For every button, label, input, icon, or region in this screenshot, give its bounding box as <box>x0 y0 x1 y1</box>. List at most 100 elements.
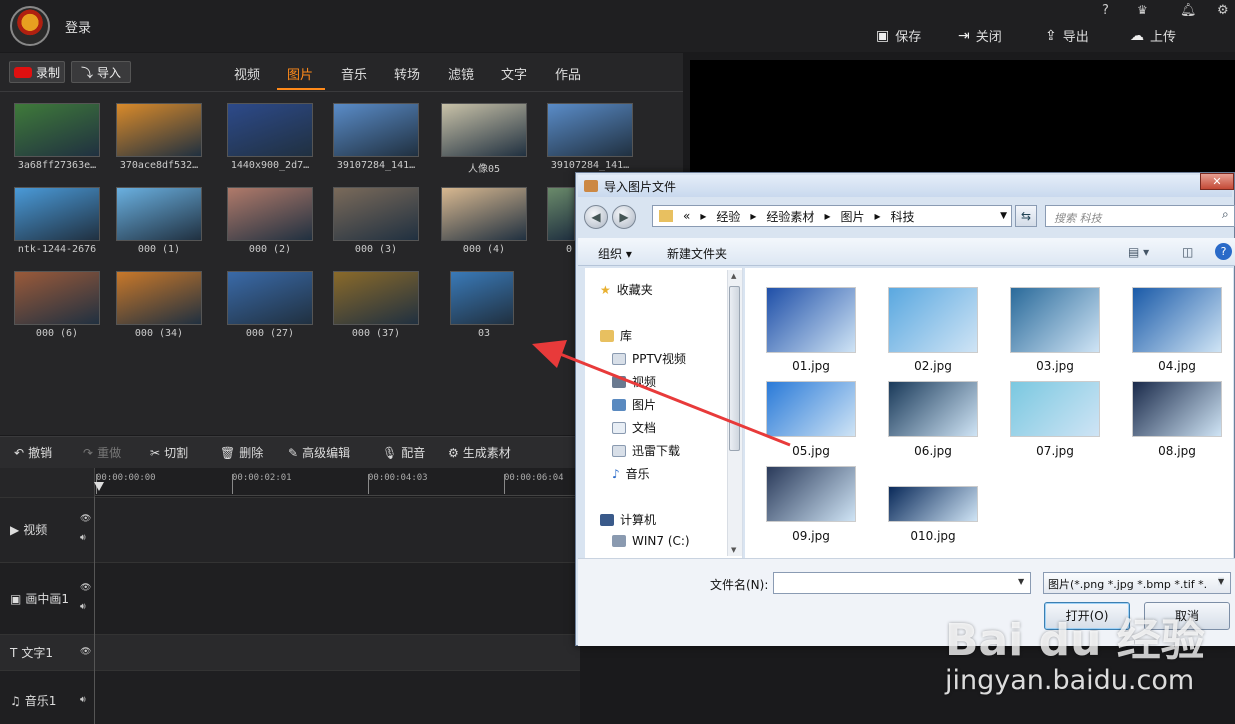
media-thumbnail[interactable] <box>116 187 202 241</box>
media-thumbnail[interactable] <box>441 187 527 241</box>
close-icon[interactable]: ✕ <box>1200 173 1234 190</box>
volume-icon[interactable]: 🔊︎ <box>80 533 86 543</box>
file-thumbnail[interactable] <box>888 287 978 353</box>
login-link[interactable]: 登录 <box>65 17 91 36</box>
forward-button[interactable]: ▶ <box>612 205 636 229</box>
tab-text[interactable]: 文字 <box>501 64 527 83</box>
file-name[interactable]: 03.jpg <box>1000 359 1110 373</box>
file-thumbnail[interactable] <box>1010 381 1100 437</box>
nav-pptv[interactable]: PPTV视频 <box>612 350 686 367</box>
dialog-titlebar[interactable]: 导入图片文件 <box>578 175 1232 197</box>
volume-icon[interactable]: 🔊︎ <box>80 695 86 705</box>
track-music[interactable] <box>0 670 580 724</box>
back-button[interactable]: ◀ <box>584 205 608 229</box>
dub-button[interactable]: 🎙︎ 配音 <box>382 444 425 461</box>
bell-icon[interactable]: 🔔︎ <box>1180 3 1197 18</box>
file-thumbnail[interactable] <box>766 287 856 353</box>
media-thumbnail[interactable] <box>333 187 419 241</box>
media-thumbnail[interactable] <box>14 271 100 325</box>
chevron-down-icon[interactable]: ▼ <box>1218 577 1225 586</box>
eye-icon[interactable]: 👁︎ <box>80 514 91 524</box>
file-name[interactable]: 09.jpg <box>756 529 866 543</box>
media-thumbnail[interactable] <box>333 103 419 157</box>
help-icon[interactable]: ? <box>1215 243 1232 260</box>
media-thumbnail[interactable] <box>450 271 514 325</box>
nav-pictures[interactable]: 图片 <box>612 396 656 413</box>
scroll-down-icon[interactable]: ▼ <box>731 546 736 554</box>
preview-pane-icon[interactable]: ◫ <box>1182 245 1193 259</box>
chevron-down-icon[interactable]: ▼ <box>1018 577 1024 586</box>
nav-library[interactable]: 库 <box>600 327 632 344</box>
media-thumbnail[interactable] <box>14 187 100 241</box>
file-name[interactable]: 07.jpg <box>1000 444 1110 458</box>
track-pip[interactable] <box>0 562 580 634</box>
path-segment[interactable]: 图片 <box>840 208 864 225</box>
help-icon[interactable]: ? <box>1102 3 1109 18</box>
media-thumbnail[interactable] <box>227 103 313 157</box>
path-segment[interactable]: 经验 <box>716 208 740 225</box>
nav-favorites[interactable]: ★ 收藏夹 <box>600 281 653 298</box>
file-thumbnail[interactable] <box>888 486 978 522</box>
file-name[interactable]: 02.jpg <box>878 359 988 373</box>
path-overflow[interactable]: « <box>683 209 690 223</box>
file-thumbnail[interactable] <box>766 381 856 437</box>
chevron-down-icon[interactable]: ▼ <box>1000 211 1007 221</box>
nav-music[interactable]: ♪ 音乐 <box>612 465 650 482</box>
import-button[interactable]: ⤵ 导入 <box>71 61 131 83</box>
media-thumbnail[interactable] <box>441 103 527 157</box>
file-name[interactable]: 04.jpg <box>1122 359 1232 373</box>
cut-button[interactable]: ✂ 切割 <box>150 444 188 461</box>
file-name[interactable]: 010.jpg <box>878 529 988 543</box>
playhead[interactable] <box>94 482 104 491</box>
nav-documents[interactable]: 文档 <box>612 419 656 436</box>
nav-thunder-downloads[interactable]: 迅雷下载 <box>612 442 680 459</box>
nav-computer[interactable]: 计算机 <box>600 511 656 528</box>
file-thumbnail[interactable] <box>888 381 978 437</box>
media-thumbnail[interactable] <box>333 271 419 325</box>
file-name[interactable]: 01.jpg <box>756 359 866 373</box>
path-segment[interactable]: 科技 <box>891 208 915 225</box>
tab-music[interactable]: 音乐 <box>341 64 367 83</box>
media-thumbnail[interactable] <box>547 187 575 241</box>
refresh-button[interactable]: ⇆ <box>1015 205 1037 227</box>
view-icon[interactable]: ▤ ▾ <box>1128 245 1149 259</box>
redo-button[interactable]: ↷ 重做 <box>83 444 121 461</box>
media-thumbnail[interactable] <box>227 271 313 325</box>
undo-button[interactable]: ↶ 撤销 <box>14 444 52 461</box>
tab-pictures[interactable]: 图片 <box>287 64 313 83</box>
save-button[interactable]: ▣ 保存 <box>876 26 921 46</box>
track-video[interactable] <box>0 497 580 562</box>
tab-works[interactable]: 作品 <box>555 64 581 83</box>
tab-transitions[interactable]: 转场 <box>394 64 420 83</box>
advanced-edit-button[interactable]: ✎ 高级编辑 <box>288 444 350 461</box>
record-button[interactable]: 录制 <box>9 61 65 83</box>
media-thumbnail[interactable] <box>116 271 202 325</box>
new-folder-button[interactable]: 新建文件夹 <box>667 245 727 262</box>
address-bar[interactable]: « ▸ 经验 ▸ 经验素材 ▸ 图片 ▸ 科技 ▼ <box>652 205 1012 227</box>
scroll-up-icon[interactable]: ▲ <box>731 272 736 280</box>
file-name[interactable]: 08.jpg <box>1122 444 1232 458</box>
nav-drive-c[interactable]: WIN7 (C:) <box>612 534 690 548</box>
file-name[interactable]: 06.jpg <box>878 444 988 458</box>
media-thumbnail[interactable] <box>547 103 633 157</box>
close-button[interactable]: ⇥ 关闭 <box>958 26 1002 46</box>
file-thumbnail[interactable] <box>1132 381 1222 437</box>
filetype-select[interactable]: 图片(*.png *.jpg *.bmp *.tif *. <box>1043 572 1231 594</box>
media-thumbnail[interactable] <box>227 187 313 241</box>
delete-button[interactable]: 🗑︎ 删除 <box>220 444 263 461</box>
export-button[interactable]: ⇪ 导出 <box>1045 26 1089 46</box>
search-icon[interactable]: ⌕ <box>1222 207 1229 222</box>
nav-videos[interactable]: 视频 <box>612 373 656 390</box>
tab-video[interactable]: 视频 <box>234 64 260 83</box>
filename-input[interactable] <box>773 572 1031 594</box>
generate-material-button[interactable]: ⚙ 生成素材 <box>448 444 511 461</box>
tab-filters[interactable]: 滤镜 <box>448 64 474 83</box>
file-thumbnail[interactable] <box>1132 287 1222 353</box>
volume-icon[interactable]: 🔊︎ <box>80 602 86 612</box>
eye-icon[interactable]: 👁︎ <box>80 583 91 593</box>
organize-menu[interactable]: 组织 ▾ <box>598 245 632 262</box>
file-thumbnail[interactable] <box>766 466 856 522</box>
file-name[interactable]: 05.jpg <box>756 444 866 458</box>
vip-icon[interactable]: ♛ <box>1137 3 1148 17</box>
eye-icon[interactable]: 👁︎ <box>80 647 91 657</box>
